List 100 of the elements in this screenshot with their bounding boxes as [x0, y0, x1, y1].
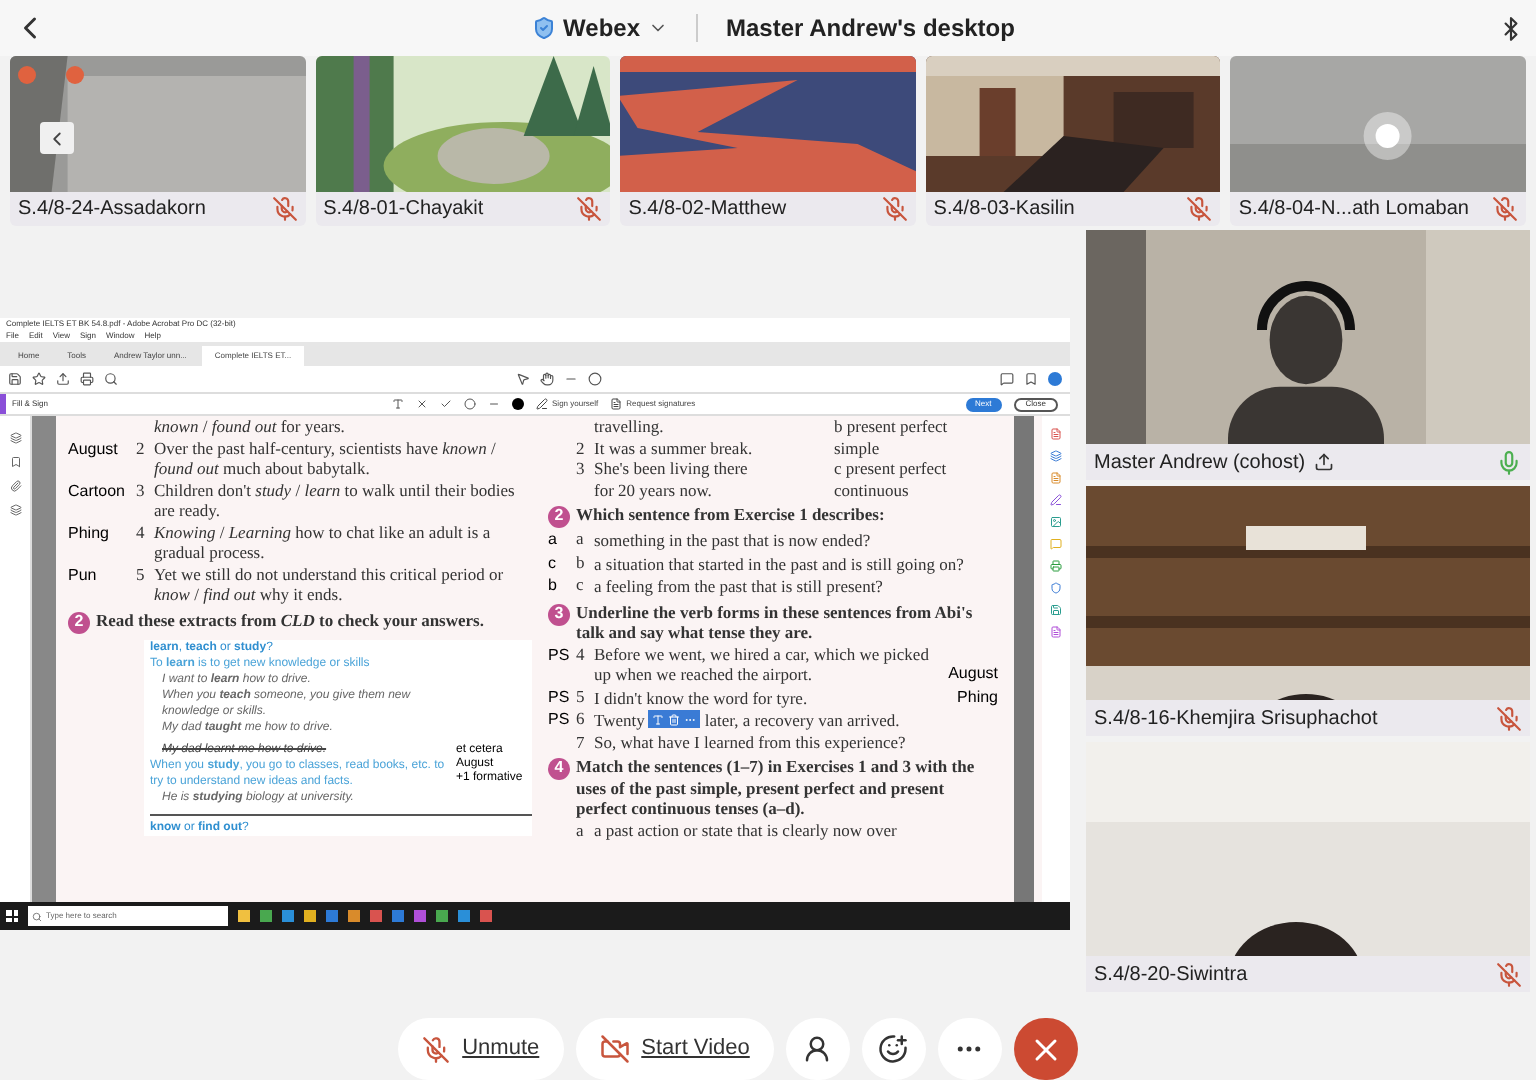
sentence-text: later, a recovery van arrived. — [704, 709, 900, 730]
video-thumbnail[interactable]: S.4/8-04-N...ath Lomaban — [1230, 56, 1526, 226]
exercise-number: 4 — [548, 758, 570, 780]
participant-video[interactable]: S.4/8-16-Khemjira Srisuphachot — [1086, 486, 1530, 736]
toolbar-icon[interactable] — [540, 372, 554, 386]
video-thumbnail[interactable]: S.4/8-24-Assadakorn — [10, 56, 306, 226]
toolbar-icon[interactable] — [104, 372, 118, 386]
delete-icon[interactable] — [668, 713, 681, 726]
item-number: a — [576, 819, 584, 839]
item-number: 7 — [576, 731, 585, 751]
search-icon — [32, 911, 42, 921]
handwritten-note: Pun — [68, 565, 97, 583]
video-off-icon — [599, 1034, 630, 1064]
sentence-text: I didn't know the word for tyre. — [594, 687, 810, 708]
answer-option: b present perfect — [834, 416, 948, 437]
sentence-text: a past action or state that is clearly now over — [594, 819, 899, 840]
sentence-text: She's been living there — [594, 458, 750, 479]
tool-icon[interactable] — [1050, 428, 1062, 440]
exercise-instruction: Underline the verb forms in these sentences from Abi's talk and say what tense they are. — [576, 601, 975, 643]
tool-icon[interactable] — [1050, 516, 1062, 528]
item-number: 5 — [576, 685, 585, 705]
tool-icon[interactable] — [1050, 560, 1062, 572]
handwritten-note: August — [948, 664, 998, 685]
shield-icon — [531, 16, 556, 40]
handwritten-note: August — [68, 439, 118, 457]
tool-icon[interactable] — [1050, 472, 1062, 484]
document-icon — [610, 398, 623, 410]
handwritten-note: b — [548, 576, 557, 594]
item-number: b — [576, 551, 585, 571]
item-number: 2 — [136, 437, 145, 457]
smiley-icon — [878, 1034, 909, 1064]
exercise-instruction: Match the sentences (1–7) in Exercises 1 and 3 with the uses of the past simple, present perfect and present perfect continuous tenses (a–d). — [576, 756, 977, 819]
answer-option: c present perfect — [834, 458, 947, 479]
participant-name: S.4/8-03-Kasilin — [933, 196, 1075, 224]
leave-button[interactable] — [1013, 1018, 1078, 1080]
tool-icon[interactable] — [1050, 604, 1062, 616]
toolbar-icon[interactable] — [80, 372, 94, 386]
muted-mic-icon — [422, 1035, 451, 1063]
exercise-number: 2 — [68, 611, 90, 633]
answer-option: simple — [834, 437, 880, 458]
toolbar-icon[interactable] — [56, 372, 70, 386]
item-number: 4 — [576, 643, 585, 663]
item-number: 3 — [576, 458, 585, 478]
sentence-text: Before we went, we hired a car, which we picked up when we reached the airport. — [594, 643, 931, 685]
sentence-text: Over the past half-century, scientists have known / found out much about babytalk. — [154, 437, 498, 479]
exercise-number: 2 — [548, 506, 570, 528]
toolbar-icon[interactable] — [1024, 372, 1038, 386]
sidebar-icon[interactable] — [9, 504, 21, 516]
participant-video[interactable]: Master Andrew (cohost) — [1086, 230, 1530, 480]
sign-tool-icon[interactable] — [392, 398, 405, 410]
tool-icon[interactable] — [1050, 494, 1062, 506]
item-number: a — [576, 528, 584, 548]
sign-tool-icon[interactable] — [416, 398, 429, 410]
video-thumbnail[interactable]: S.4/8-02-Matthew — [620, 56, 916, 226]
handwritten-note: PS — [548, 710, 570, 728]
tool-icon[interactable] — [1050, 626, 1062, 638]
participant-name: S.4/8-02-Matthew — [628, 196, 787, 224]
sentence-text: So, what have I learned from this experience? — [594, 731, 908, 752]
pen-icon — [536, 398, 549, 410]
participant-name: S.4/8-04-N...ath Lomaban — [1238, 196, 1469, 224]
toolbar-icon[interactable] — [8, 372, 22, 386]
sentence-text: It was a summer break. — [594, 437, 755, 458]
toolbar-icon[interactable] — [32, 372, 46, 386]
text-icon[interactable] — [652, 713, 665, 726]
participant-name: S.4/8-16-Khemjira Srisuphachot — [1094, 705, 1378, 733]
toolbar-icon[interactable] — [516, 372, 530, 386]
scroll-left-button[interactable] — [40, 122, 74, 154]
toolbar-icon[interactable] — [1000, 372, 1014, 386]
sentence-text: something in the past that is now ended? — [594, 530, 873, 551]
video-thumbnail[interactable]: S.4/8-03-Kasilin — [925, 56, 1221, 226]
handwritten-note: Phing — [957, 687, 998, 708]
sentence-text: Children don't study / learn to walk until their bodies are ready. — [154, 479, 517, 521]
windows-start-icon[interactable] — [6, 910, 18, 922]
sentence-text: a situation that started in the past and is still going on? — [594, 553, 966, 574]
app-name[interactable]: Webex — [563, 10, 640, 46]
handwritten-note: PS — [548, 687, 570, 705]
reactions-button[interactable] — [861, 1018, 926, 1080]
tool-icon[interactable] — [1050, 450, 1062, 462]
participant-video[interactable]: S.4/8-20-Siwintra — [1086, 742, 1530, 992]
sentence-text: a feeling from the past that is still present? — [594, 576, 885, 597]
unmute-button[interactable]: Unmute — [398, 1018, 564, 1080]
account-avatar[interactable] — [1048, 372, 1062, 386]
sentence-text: Twenty — [594, 709, 645, 730]
exercise-number: 3 — [548, 603, 570, 625]
handwritten-note: c — [548, 553, 556, 571]
participants-button[interactable] — [785, 1018, 850, 1080]
sidebar-icon[interactable] — [9, 432, 21, 444]
sentence-text: Yet we still do not understand this critical period or know / find out why it ends. — [154, 563, 506, 605]
sentence-text: Knowing / Learning how to chat like an adult is a gradual process. — [154, 521, 493, 563]
tool-icon[interactable] — [1050, 582, 1062, 594]
meeting-title: Master Andrew's desktop — [726, 12, 1015, 46]
item-number: 5 — [136, 563, 145, 583]
sentence-text: known / found out for years. — [154, 416, 347, 437]
answer-option: continuous — [834, 479, 909, 500]
person-icon — [802, 1034, 833, 1064]
video-thumbnail[interactable]: S.4/8-01-Chayakit — [315, 56, 611, 226]
handwritten-note: a — [548, 530, 557, 548]
handwritten-note: Cartoon — [68, 481, 125, 499]
item-number: c — [576, 574, 584, 594]
start-video-button[interactable]: Start Video — [575, 1018, 774, 1080]
